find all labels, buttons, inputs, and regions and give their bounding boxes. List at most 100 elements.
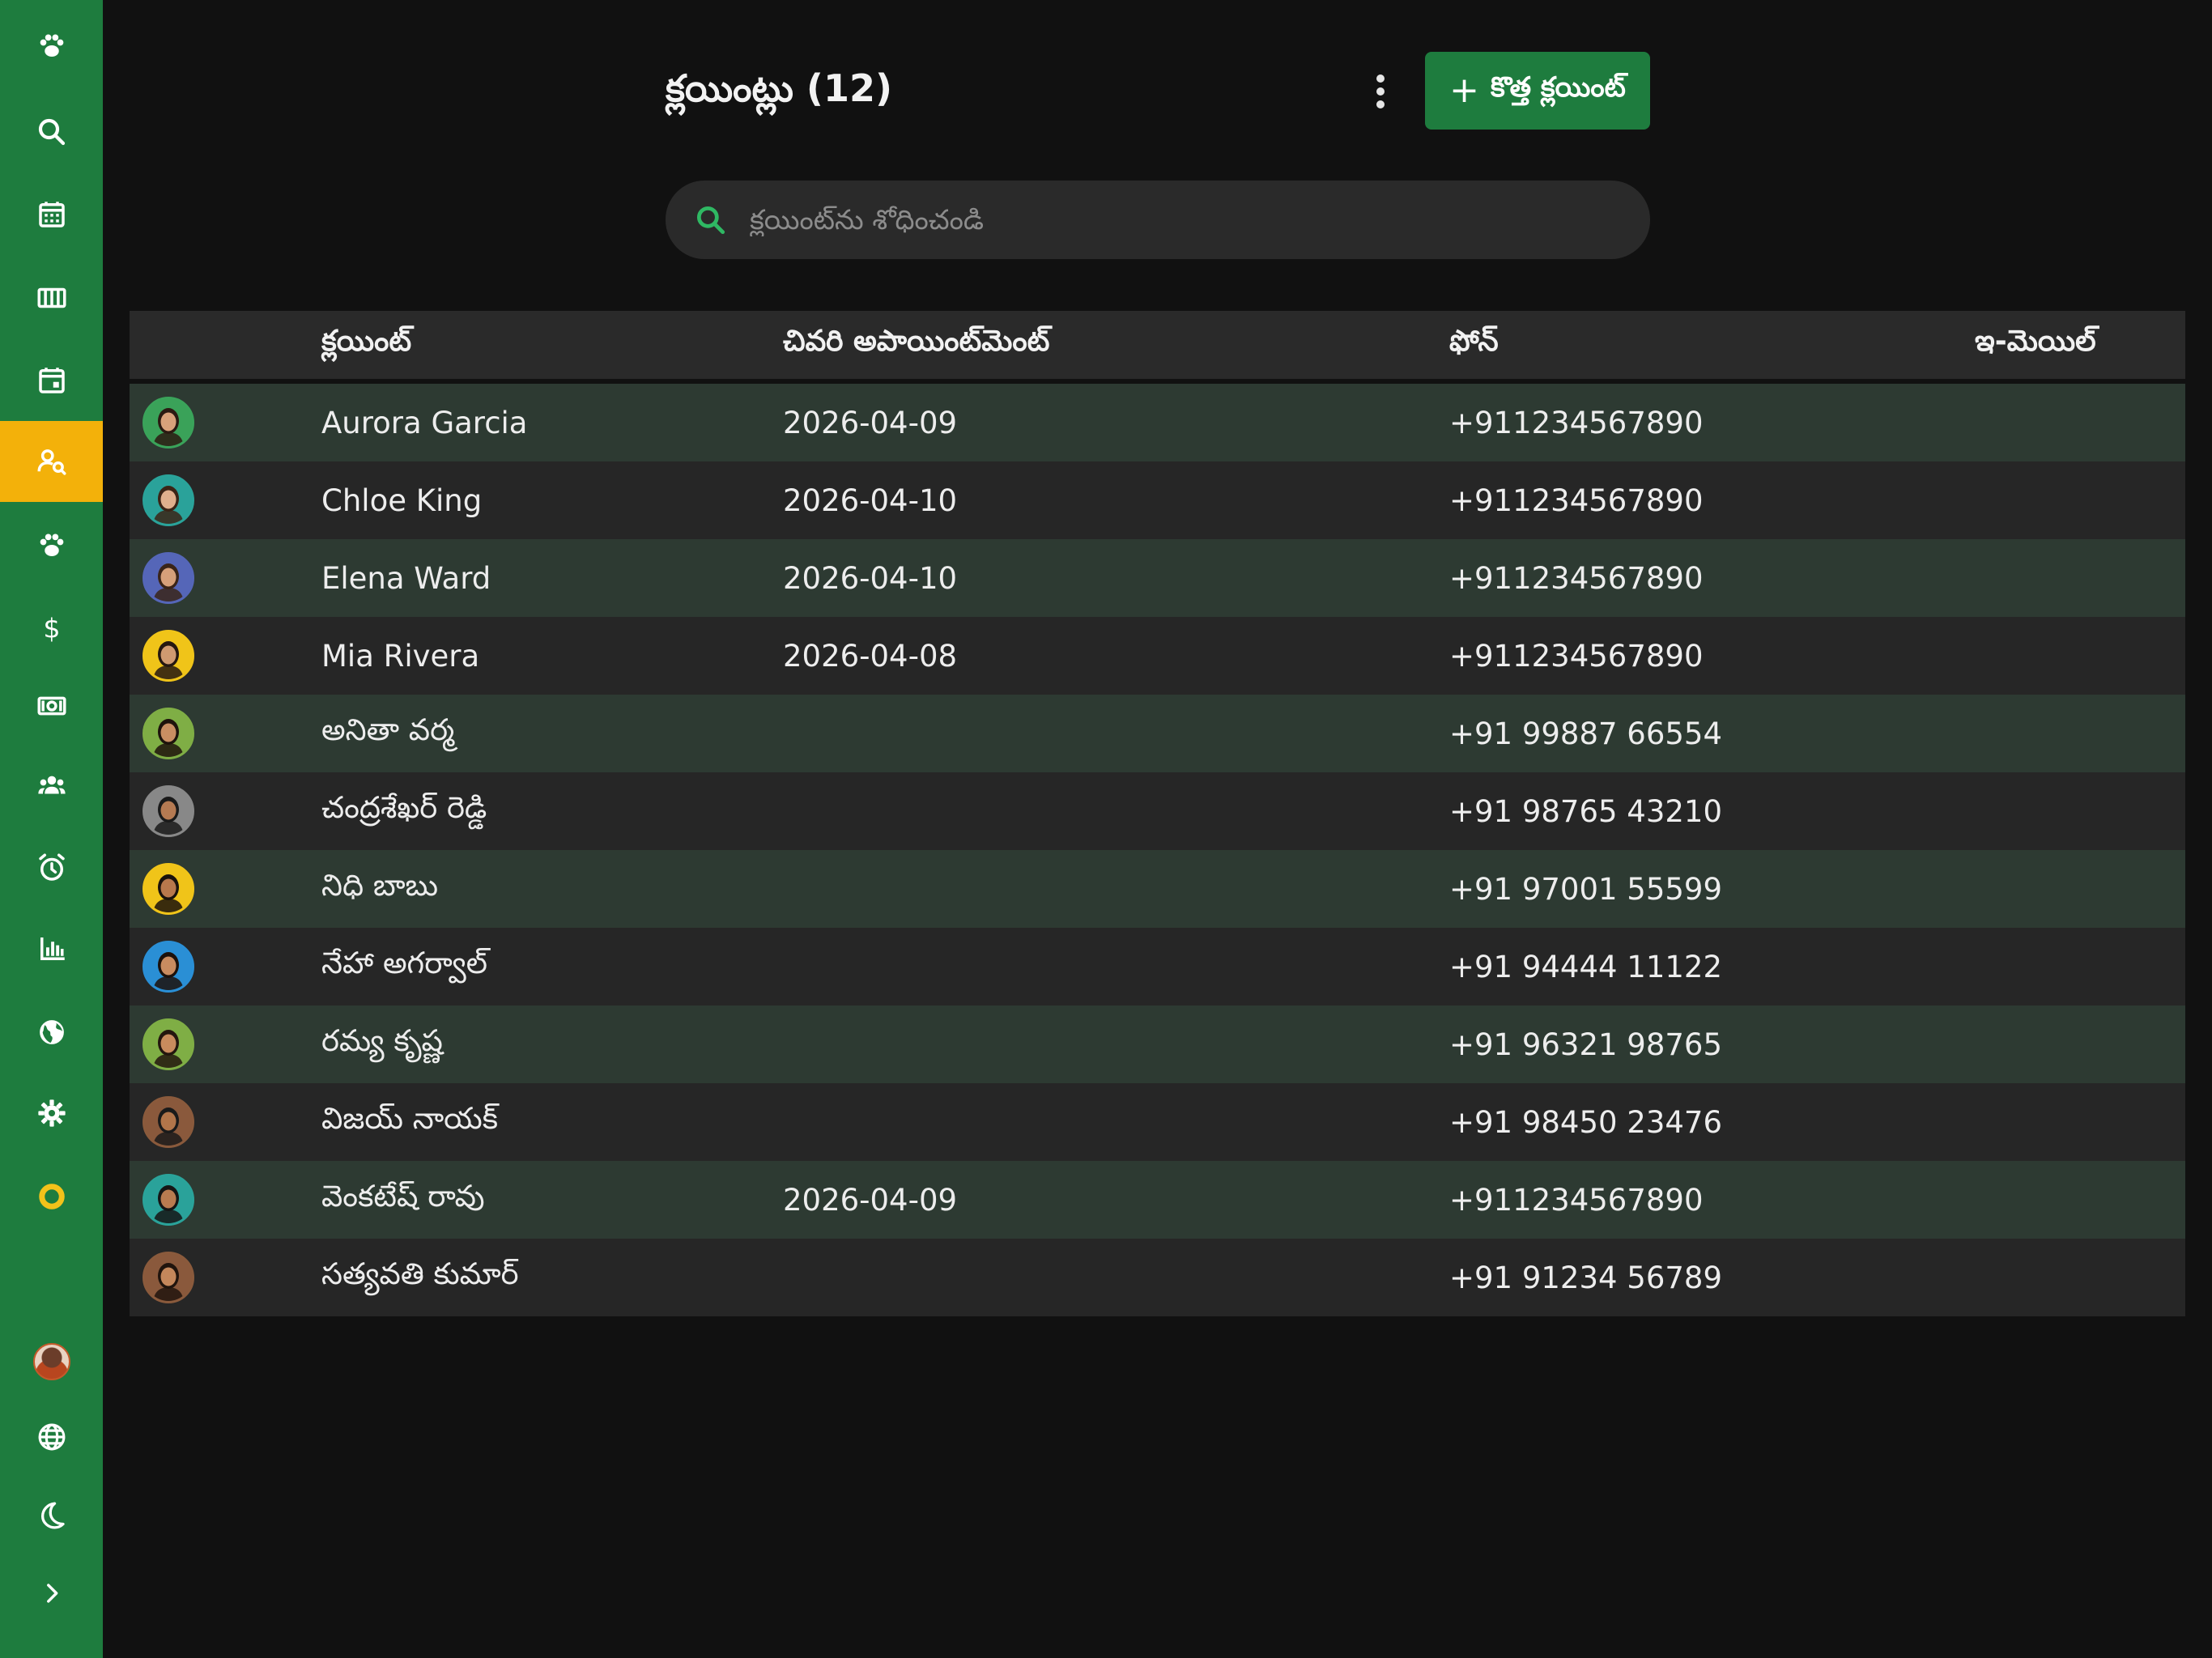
last-appointment: 2026-04-09 xyxy=(783,405,958,440)
chart-icon xyxy=(40,937,65,960)
table-row[interactable]: Aurora Garcia 2026-04-09 +911234567890 xyxy=(130,384,2185,461)
client-name: విజయ్ నాయక్ xyxy=(321,1101,499,1136)
nav-search[interactable] xyxy=(0,91,103,172)
main-content: క్లయింట్లు (12) + కొత్త క్లయింట్ క్లయింట… xyxy=(103,0,2212,1658)
client-name: Elena Ward xyxy=(321,560,491,596)
table-row[interactable]: Chloe King 2026-04-10 +911234567890 xyxy=(130,461,2185,539)
nav-columns[interactable] xyxy=(0,257,103,338)
table-row[interactable]: చంద్రశేఖర్ రెడ్డి +91 98765 43210 xyxy=(130,772,2185,850)
sidebar: $ xyxy=(0,0,103,1658)
client-avatar xyxy=(143,1018,194,1070)
nav-status[interactable] xyxy=(0,1156,103,1237)
phone-number: +91 99887 66554 xyxy=(1449,716,1723,751)
nav-language[interactable] xyxy=(0,1397,103,1477)
search-icon xyxy=(696,206,725,234)
client-name: Aurora Garcia xyxy=(321,405,528,440)
table-row[interactable]: నిధి బాబు +91 97001 55599 xyxy=(130,850,2185,928)
client-avatar xyxy=(143,1174,194,1226)
phone-number: +911234567890 xyxy=(1449,483,1704,518)
svg-text:$: $ xyxy=(43,612,60,644)
paw-icon xyxy=(40,34,63,57)
phone-number: +911234567890 xyxy=(1449,638,1704,674)
table-row[interactable]: Mia Rivera 2026-04-08 +911234567890 xyxy=(130,617,2185,695)
phone-number: +91 98450 23476 xyxy=(1449,1104,1723,1140)
last-appointment: 2026-04-10 xyxy=(783,483,958,518)
language-icon xyxy=(38,1423,65,1451)
phone-number: +91 98765 43210 xyxy=(1449,793,1723,829)
table-row[interactable]: అనితా వర్మ +91 99887 66554 xyxy=(130,695,2185,772)
last-appointment: 2026-04-09 xyxy=(783,1182,958,1218)
add-client-label: కొత్త క్లయింట్ xyxy=(1490,71,1626,104)
client-search-icon xyxy=(37,449,66,475)
last-appointment: 2026-04-10 xyxy=(783,560,958,596)
alarm-icon xyxy=(38,853,65,881)
paw-icon xyxy=(40,534,63,556)
client-avatar xyxy=(143,1096,194,1148)
nav-reports[interactable] xyxy=(0,908,103,989)
nav-pricing[interactable]: $ xyxy=(0,587,103,668)
nav-reminders[interactable] xyxy=(0,827,103,908)
table-row[interactable]: నేహా అగర్వాల్ +91 94444 11122 xyxy=(130,928,2185,1005)
column-header-last-appointment[interactable]: చివరి అపాయింట్‌మెంట్ xyxy=(783,325,1049,365)
nav-theme[interactable] xyxy=(0,1475,103,1556)
nav-payments[interactable] xyxy=(0,665,103,746)
column-header-client[interactable]: క్లయింట్ xyxy=(321,325,411,365)
column-header-email[interactable]: ఇ-మెయిల్ xyxy=(1975,325,2096,365)
table-row[interactable]: విజయ్ నాయక్ +91 98450 23476 xyxy=(130,1083,2185,1161)
phone-number: +911234567890 xyxy=(1449,405,1704,440)
client-avatar xyxy=(143,474,194,526)
client-name: వెంకటేష్ రావు xyxy=(321,1179,485,1214)
nav-paw-home[interactable] xyxy=(0,5,103,86)
nav-expand[interactable] xyxy=(0,1553,103,1634)
dollar-icon: $ xyxy=(43,612,60,644)
plus-icon: + xyxy=(1449,70,1479,111)
client-avatar xyxy=(143,941,194,993)
client-name: నిధి బాబు xyxy=(321,868,439,903)
search-bar xyxy=(666,181,1650,259)
client-name: సత్యవతి కుమార్ xyxy=(321,1256,519,1291)
phone-number: +911234567890 xyxy=(1449,560,1704,596)
table-body: Aurora Garcia 2026-04-09 +911234567890 Chlo… xyxy=(130,384,2185,1316)
nav-calendar-day[interactable] xyxy=(0,340,103,421)
nav-profile[interactable] xyxy=(0,1321,103,1402)
phone-number: +911234567890 xyxy=(1449,1182,1704,1218)
table-header: క్లయింట్ చివరి అపాయింట్‌మెంట్ ఫోన్ ఇ-మెయ… xyxy=(130,311,2185,384)
nav-team[interactable] xyxy=(0,745,103,826)
table-row[interactable]: రమ్య కృష్ణ +91 96321 98765 xyxy=(130,1005,2185,1083)
gear-icon xyxy=(37,1099,66,1127)
client-avatar xyxy=(143,552,194,604)
cash-icon xyxy=(37,696,66,716)
table-row[interactable]: వెంకటేష్ రావు 2026-04-09 +911234567890 xyxy=(130,1161,2185,1239)
table-row[interactable]: సత్యవతి కుమార్ +91 91234 56789 xyxy=(130,1239,2185,1316)
column-header-phone[interactable]: ఫోన్ xyxy=(1449,325,1499,365)
client-name: నేహా అగర్వాల్ xyxy=(321,946,487,980)
user-avatar xyxy=(32,1343,70,1380)
nav-settings[interactable] xyxy=(0,1073,103,1154)
phone-number: +91 94444 11122 xyxy=(1449,949,1723,984)
moon-icon xyxy=(40,1502,65,1529)
ring-icon xyxy=(38,1184,65,1209)
more-options-button[interactable] xyxy=(1366,63,1395,120)
nav-calendar[interactable] xyxy=(0,174,103,255)
client-name: Chloe King xyxy=(321,483,483,518)
nav-pets[interactable] xyxy=(0,504,103,585)
nav-clients[interactable] xyxy=(0,421,103,502)
search-input[interactable] xyxy=(750,203,1624,236)
client-name: చంద్రశేఖర్ రెడ్డి xyxy=(321,790,487,825)
table-row[interactable]: Elena Ward 2026-04-10 +911234567890 xyxy=(130,539,2185,617)
client-avatar xyxy=(143,630,194,682)
globe-europe-icon xyxy=(39,1020,64,1044)
client-avatar xyxy=(143,708,194,759)
phone-number: +91 91234 56789 xyxy=(1449,1260,1723,1295)
add-client-button[interactable]: + కొత్త క్లయింట్ xyxy=(1425,52,1650,130)
client-avatar xyxy=(143,785,194,837)
nav-online[interactable] xyxy=(0,992,103,1073)
phone-number: +91 97001 55599 xyxy=(1449,871,1723,907)
more-vertical-icon xyxy=(1376,74,1385,108)
page-title: క్లయింట్లు (12) xyxy=(666,66,892,110)
calendar-icon xyxy=(38,202,65,227)
columns-icon xyxy=(37,287,66,308)
calendar-day-icon xyxy=(38,368,65,393)
last-appointment: 2026-04-08 xyxy=(783,638,958,674)
client-name: రమ్య కృష్ణ xyxy=(321,1023,443,1058)
